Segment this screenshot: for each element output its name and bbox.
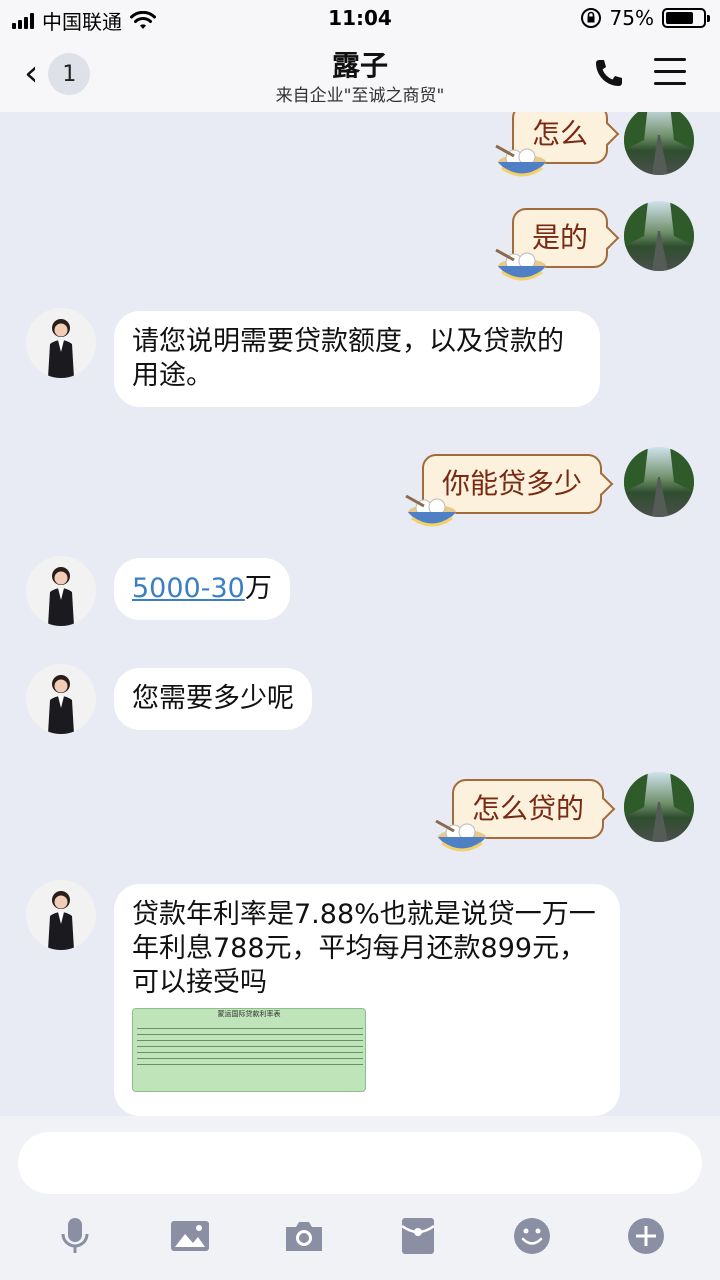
mic-icon[interactable] <box>55 1216 95 1256</box>
contact-avatar[interactable] <box>26 308 96 378</box>
my-avatar[interactable] <box>624 201 694 271</box>
message-input[interactable] <box>18 1132 702 1194</box>
tangyuan-bowl-icon <box>495 144 546 177</box>
my-avatar[interactable] <box>624 112 694 175</box>
chat-messages: 怎么 是的 请您说明需要贷款额度，以及贷款的用途。 你能贷多少 5000-30万… <box>0 112 720 1116</box>
rate-table-image[interactable]: 蒙运国际贷款利率表 <box>132 1008 366 1092</box>
message-text: 您需要多少呢 <box>132 683 294 714</box>
battery-percent: 75% <box>609 6 654 30</box>
emoji-icon[interactable] <box>512 1216 552 1256</box>
image-icon[interactable] <box>170 1216 210 1256</box>
contact-avatar[interactable] <box>26 556 96 626</box>
camera-icon[interactable] <box>284 1216 324 1256</box>
message-text: 贷款年利率是7.88%也就是说贷一万一年利息788元，平均每月还款899元，可以… <box>132 899 596 998</box>
input-bar <box>0 1116 720 1280</box>
message-text: 你能贷多少 <box>442 467 583 500</box>
contact-avatar[interactable] <box>26 664 96 734</box>
battery-icon <box>662 8 710 28</box>
number-link[interactable]: 5000-30 <box>132 573 245 604</box>
my-avatar[interactable] <box>624 447 694 517</box>
plus-icon[interactable] <box>626 1216 666 1256</box>
text-message[interactable]: 您需要多少呢 <box>114 668 312 730</box>
chat-header: ‹ 1 露子 来自企业"至诚之商贸" <box>0 36 720 112</box>
tangyuan-bowl-icon <box>435 819 486 852</box>
text-message[interactable]: 5000-30万 <box>114 558 290 620</box>
tangyuan-bowl-icon <box>405 494 456 527</box>
text-image-message[interactable]: 贷款年利率是7.88%也就是说贷一万一年利息788元，平均每月还款899元，可以… <box>114 884 620 1116</box>
status-bar: 中国联通 11:04 75% <box>0 0 720 36</box>
text-message[interactable]: 请您说明需要贷款额度，以及贷款的用途。 <box>114 311 600 407</box>
rotation-lock-icon <box>580 8 601 28</box>
menu-icon[interactable] <box>654 58 686 88</box>
message-text: 万 <box>244 573 272 604</box>
red-packet-icon[interactable] <box>398 1216 438 1256</box>
phone-icon[interactable] <box>592 56 626 90</box>
message-text: 请您说明需要贷款额度，以及贷款的用途。 <box>132 326 564 391</box>
my-avatar[interactable] <box>624 772 694 842</box>
contact-avatar[interactable] <box>26 880 96 950</box>
image-title: 蒙运国际贷款利率表 <box>217 1010 281 1018</box>
tangyuan-bowl-icon <box>495 248 546 281</box>
